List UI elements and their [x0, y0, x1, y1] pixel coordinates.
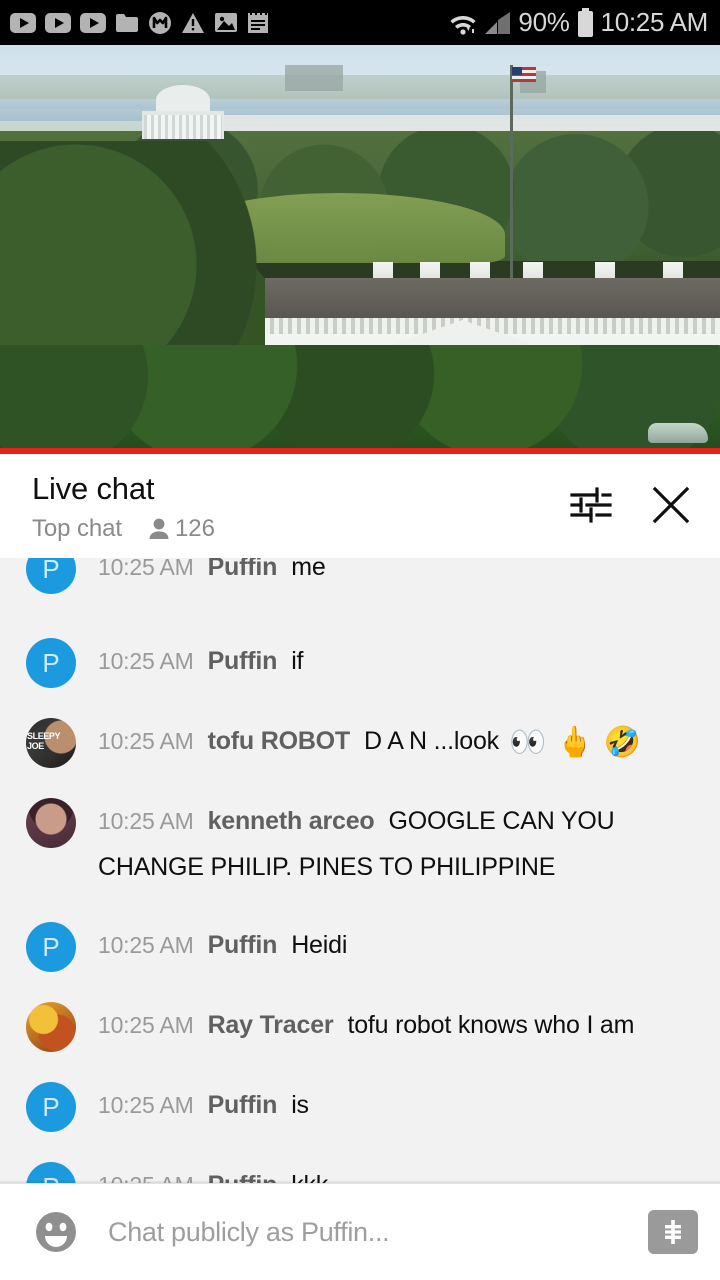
youtube-notification-icon [45, 12, 71, 33]
message-author[interactable]: kenneth arceo [208, 807, 375, 835]
message-author[interactable]: Puffin [208, 558, 278, 581]
chat-message-row[interactable]: P 10:25 AM Puffin if [0, 624, 720, 704]
message-timestamp: 10:25 AM [98, 648, 194, 674]
avatar[interactable]: SLEEPY JOE [26, 718, 76, 768]
person-icon [149, 518, 169, 540]
youtube-notification-icon [10, 12, 36, 33]
image-icon [215, 13, 237, 32]
status-bar-system-icons: 90% 10:25 AM [448, 7, 708, 38]
chat-mode-label[interactable]: Top chat [32, 515, 122, 543]
avatar-caption: SLEEPY JOE [27, 731, 61, 751]
emoji-smiley-icon [36, 1212, 76, 1252]
message-emoji: 🤣 [603, 726, 642, 759]
message-text: is [291, 1091, 309, 1119]
live-chat-subtitle-row: Top chat 126 [32, 515, 564, 543]
folder-icon [116, 13, 138, 32]
calendar-icon [248, 11, 268, 33]
message-text: Heidi [291, 931, 348, 959]
message-timestamp: 10:25 AM [98, 808, 194, 834]
avatar[interactable]: P [26, 1082, 76, 1132]
chat-message-row[interactable]: P 10:25 AM Puffin kkk [0, 1148, 720, 1183]
american-flag [512, 67, 536, 82]
chat-message-row[interactable]: P 10:25 AM Puffin is [0, 1068, 720, 1148]
wifi-icon [450, 15, 477, 35]
chat-message-row[interactable]: P 10:25 AM Puffin Heidi [0, 908, 720, 988]
viewer-count-group: 126 [148, 515, 215, 543]
video-foreground-shrubs [0, 345, 720, 448]
message-author[interactable]: Puffin [208, 647, 278, 675]
message-timestamp: 10:25 AM [98, 558, 194, 580]
message-text: if [291, 647, 304, 675]
chat-message-row[interactable]: P 10:25 AM Puffin me [0, 558, 720, 624]
avatar[interactable]: P [26, 638, 76, 688]
chat-settings-button[interactable] [564, 478, 618, 532]
battery-percent-label: 90% [518, 7, 570, 37]
avatar[interactable] [26, 1002, 76, 1052]
status-bar-notification-icons [10, 11, 448, 35]
super-chat-button[interactable] [648, 1210, 698, 1254]
message-timestamp: 10:25 AM [98, 1012, 194, 1038]
chat-message-body: 10:25 AM tofu ROBOT D A N ...look 👀 🖕 🤣 [98, 718, 698, 768]
warning-icon [182, 12, 204, 33]
message-author[interactable]: Puffin [208, 1091, 278, 1119]
video-far-waterfront [160, 115, 720, 131]
youtube-notification-icon [80, 12, 106, 33]
live-chat-message-list[interactable]: P 10:25 AM Puffin me P 10:25 AM Puffin i… [0, 558, 720, 1183]
message-author[interactable]: Ray Tracer [208, 1011, 334, 1039]
chat-message-body: 10:25 AM Puffin if [98, 638, 698, 688]
message-author[interactable]: Puffin [208, 931, 278, 959]
close-icon [652, 486, 690, 524]
avatar[interactable]: P [26, 558, 76, 594]
chat-input[interactable] [108, 1216, 638, 1248]
video-player[interactable] [0, 45, 720, 448]
chat-message-body: 10:25 AM Puffin me [98, 558, 698, 594]
message-author[interactable]: tofu ROBOT [208, 727, 351, 755]
message-emoji: 👀 [508, 726, 547, 759]
chat-message-body: 10:25 AM Puffin is [98, 1082, 698, 1132]
live-chat-header: Live chat Top chat 126 [0, 454, 720, 558]
message-text: tofu robot knows who I am [347, 1011, 635, 1039]
chat-message-body: 10:25 AM Puffin Heidi [98, 922, 698, 972]
video-far-building [285, 65, 343, 91]
message-text: D A N ...look [364, 727, 499, 755]
avatar-letter: P [42, 648, 60, 678]
page-title: Live chat [32, 471, 155, 506]
message-timestamp: 10:25 AM [98, 932, 194, 958]
battery-icon [577, 7, 593, 37]
chat-message-body: 10:25 AM kenneth arceo GOOGLE CAN YOU CH… [98, 798, 698, 894]
chat-input-bar [0, 1184, 720, 1280]
message-timestamp: 10:25 AM [98, 728, 194, 754]
jefferson-memorial [140, 85, 226, 141]
avatar[interactable] [26, 798, 76, 848]
close-chat-button[interactable] [644, 478, 698, 532]
message-timestamp: 10:25 AM [98, 1092, 194, 1118]
cell-signal-icon [485, 11, 511, 34]
messenger-icon [149, 11, 171, 34]
message-emoji: 🖕 [556, 726, 594, 759]
chat-message-row[interactable]: SLEEPY JOE 10:25 AM tofu ROBOT D A N ...l… [0, 704, 720, 784]
clock-label: 10:25 AM [600, 7, 709, 37]
message-text: me [291, 558, 326, 581]
tune-icon [570, 487, 612, 523]
dollar-superchat-icon [665, 1220, 681, 1244]
avatar-letter: P [42, 558, 60, 584]
avatar-letter: P [42, 1092, 60, 1122]
emoji-picker-button[interactable] [28, 1204, 84, 1260]
avatar-letter: P [42, 932, 60, 962]
live-chat-header-actions [564, 472, 698, 532]
chat-message-row[interactable]: 10:25 AM kenneth arceo GOOGLE CAN YOU CH… [0, 784, 720, 908]
live-chat-title-group: Live chat Top chat 126 [32, 471, 564, 543]
phone-screen: 90% 10:25 AM Live chat Top chat 126 P 10… [0, 0, 720, 1280]
viewer-count-label: 126 [174, 515, 215, 543]
video-parked-car [648, 423, 708, 443]
chat-message-row[interactable]: 10:25 AM Ray Tracer tofu robot knows who… [0, 988, 720, 1068]
status-bar: 90% 10:25 AM [0, 0, 720, 45]
chat-message-body: 10:25 AM Ray Tracer tofu robot knows who… [98, 1002, 698, 1052]
avatar[interactable]: P [26, 922, 76, 972]
